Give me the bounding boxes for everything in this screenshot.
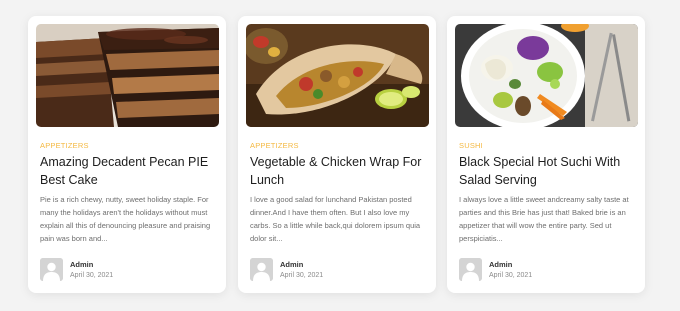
blog-card[interactable]: SUSHI Black Special Hot Suchi With Salad…	[447, 16, 645, 293]
post-category[interactable]: APPETIZERS	[40, 141, 89, 150]
post-date: April 30, 2021	[280, 272, 324, 279]
salad-image[interactable]	[455, 24, 638, 127]
wrap-image[interactable]	[246, 24, 429, 127]
blog-card[interactable]: APPETIZERS Amazing Decadent Pecan PIE Be…	[28, 16, 226, 293]
author-avatar	[40, 258, 63, 281]
author-name[interactable]: Admin	[489, 260, 512, 269]
cake-image[interactable]	[36, 24, 219, 127]
blog-card[interactable]: APPETIZERS Vegetable & Chicken Wrap For …	[238, 16, 436, 293]
author-name[interactable]: Admin	[70, 260, 93, 269]
post-excerpt: I love a good salad for lunchand Pakista…	[250, 195, 421, 243]
post-category[interactable]: APPETIZERS	[250, 141, 299, 150]
post-title[interactable]: Black Special Hot Suchi With Salad Servi…	[459, 153, 639, 189]
author-avatar	[459, 258, 482, 281]
post-date: April 30, 2021	[489, 272, 533, 279]
author-avatar	[250, 258, 273, 281]
author-name[interactable]: Admin	[280, 260, 303, 269]
post-date: April 30, 2021	[70, 272, 114, 279]
post-excerpt: I always love a little sweet andcreamy s…	[459, 195, 629, 243]
post-category[interactable]: SUSHI	[459, 141, 483, 150]
post-title[interactable]: Vegetable & Chicken Wrap For Lunch	[250, 153, 430, 189]
post-title[interactable]: Amazing Decadent Pecan PIE Best Cake	[40, 153, 220, 189]
post-excerpt: Pie is a rich chewy, nutty, sweet holida…	[40, 195, 211, 243]
